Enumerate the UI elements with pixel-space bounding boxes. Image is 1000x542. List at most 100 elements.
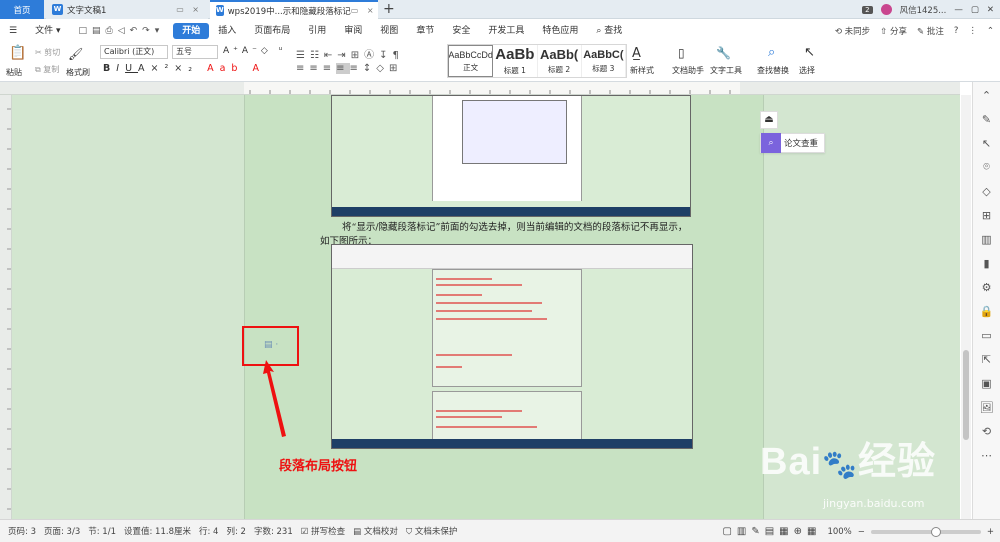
format-painter-icon[interactable]: 🖌 — [68, 47, 83, 61]
layout-icon[interactable]: ▭ — [978, 326, 996, 344]
hamburger-menu-icon[interactable]: ☰ — [0, 23, 26, 39]
status-word-count[interactable]: 字数: 231 — [254, 525, 293, 537]
zoom-out-icon[interactable]: − — [858, 527, 865, 537]
window-count-badge[interactable]: 2 — [862, 5, 873, 14]
menu-tab-references[interactable]: 引用 — [299, 23, 335, 39]
zoom-level[interactable]: 100% — [827, 527, 851, 537]
embedded-screenshot-1[interactable] — [331, 95, 691, 217]
style-normal[interactable]: AaBbCcDd 正文 — [448, 45, 494, 77]
paste-icon[interactable]: 📋 — [9, 45, 26, 61]
horizontal-ruler[interactable] — [0, 82, 960, 95]
view-mode-icons[interactable]: ▢▥✎▤▦⊕▦ — [722, 526, 821, 537]
file-menu[interactable]: 文件 ▾ — [26, 23, 69, 39]
lock-icon[interactable]: 🔒 — [978, 302, 996, 320]
protect-status[interactable]: ⛉ 文档未保护 — [406, 525, 458, 537]
vertical-ruler[interactable] — [0, 95, 12, 519]
history-icon[interactable]: ⟲ — [978, 422, 996, 440]
text-tools-button[interactable]: 文字工具 — [710, 65, 742, 76]
tab-controls-icon[interactable]: ▭ × — [176, 5, 202, 14]
table-icon[interactable]: ⊞ — [978, 206, 996, 224]
user-name[interactable]: 风信1425... — [900, 4, 947, 16]
status-col[interactable]: 列: 2 — [226, 525, 245, 537]
shapes-icon[interactable]: ◇ — [978, 182, 996, 200]
list-buttons[interactable]: ☰☷⇤⇥⊞Ⓐ↧¶ — [296, 46, 404, 61]
style-heading-1[interactable]: AaBb 标题 1 — [493, 45, 538, 77]
alignment-buttons[interactable]: ≡≡≡≡≡↕◇⊞ — [296, 63, 402, 74]
status-setting[interactable]: 设置值: 11.8厘米 — [124, 525, 191, 537]
tab-document-2[interactable]: W wps2019中...示和隐藏段落标记 ▭ × — [210, 0, 378, 19]
menu-tab-review[interactable]: 审阅 — [335, 23, 371, 39]
menu-tab-developer[interactable]: 开发工具 — [479, 23, 533, 39]
settings-sliders-icon[interactable]: ⚙ — [978, 278, 996, 296]
status-pages[interactable]: 页面: 3/3 — [44, 525, 80, 537]
zoom-in-icon[interactable]: + — [987, 527, 994, 537]
maximize-icon[interactable]: ▢ — [971, 5, 979, 15]
style-heading-2[interactable]: AaBb( 标题 2 — [538, 45, 582, 77]
font-name-select[interactable]: Calibri (正文) — [100, 45, 168, 59]
collapse-ribbon-icon[interactable]: ⌃ — [987, 26, 994, 36]
close-icon[interactable]: ✕ — [987, 5, 994, 15]
spell-check-button[interactable]: ☑ 拼写检查 — [301, 525, 345, 537]
chart-icon[interactable]: ▥ — [978, 230, 996, 248]
status-page-number[interactable]: 页码: 3 — [8, 525, 36, 537]
cut-button[interactable]: ✂ 剪切 — [35, 47, 60, 58]
menu-tab-view[interactable]: 视图 — [371, 23, 407, 39]
more-dots-icon[interactable]: ⋯ — [978, 446, 996, 464]
doc-assistant-button[interactable]: 文档助手 — [672, 65, 704, 76]
menu-tab-chapter[interactable]: 章节 — [407, 23, 443, 39]
scrollbar-thumb[interactable] — [963, 350, 969, 440]
new-style-button[interactable]: 新样式 — [630, 65, 654, 76]
proofread-button[interactable]: ▤ 文档校对 — [353, 525, 398, 537]
zoom-slider-knob[interactable] — [930, 526, 941, 537]
menu-tab-start[interactable]: 开始 — [173, 23, 210, 39]
edit-icon[interactable]: ✎ — [978, 110, 996, 128]
close-tab-icon[interactable]: ▭ × — [351, 6, 377, 15]
find-icon[interactable]: ⌕ — [768, 45, 775, 60]
location-icon[interactable]: ⌾ — [978, 158, 996, 176]
cursor-icon[interactable]: ↖ — [978, 134, 996, 152]
select-button[interactable]: 选择 — [799, 65, 815, 76]
tab-document-1[interactable]: W 文字文稿1 ▭ × — [46, 0, 208, 19]
comment-button[interactable]: ✎ 批注 — [917, 25, 944, 37]
eject-icon[interactable]: ⏏ — [760, 111, 778, 129]
bar-chart-icon[interactable]: ▮ — [978, 254, 996, 272]
select-icon[interactable]: ↖ — [804, 45, 815, 60]
copy-button[interactable]: ⧉ 复制 — [35, 64, 59, 75]
new-style-icon[interactable]: A̲ — [632, 46, 641, 61]
font-size-select[interactable]: 五号 — [172, 45, 218, 59]
sidebar-collapse-icon[interactable]: ⌃ — [978, 86, 996, 104]
menu-tab-features[interactable]: 特色应用 — [533, 23, 587, 39]
format-painter-button[interactable]: 格式刷 — [66, 67, 90, 78]
minimize-icon[interactable]: — — [954, 5, 963, 15]
share-button[interactable]: ⇧ 分享 — [880, 25, 907, 37]
sync-status[interactable]: ⟲ 未同步 — [835, 25, 870, 37]
tab-home[interactable]: 首页 — [0, 0, 44, 19]
zoom-slider[interactable] — [870, 526, 981, 537]
menu-tab-insert[interactable]: 插入 — [209, 23, 245, 39]
paste-button[interactable]: 粘贴 — [6, 67, 22, 78]
status-row[interactable]: 行: 4 — [199, 525, 218, 537]
embedded-screenshot-2[interactable] — [331, 244, 693, 449]
style-heading-3[interactable]: AaBbC( 标题 3 — [582, 45, 626, 77]
doc-assistant-icon[interactable]: ▯ — [678, 46, 685, 60]
share-out-icon[interactable]: ⇱ — [978, 350, 996, 368]
text-tools-icon[interactable]: 🔧 — [716, 46, 731, 60]
quick-access-icons[interactable]: □▤⎙◁↶↷▾ — [69, 23, 173, 39]
help-icon[interactable]: ? — [954, 26, 959, 36]
status-section[interactable]: 节: 1/1 — [88, 525, 116, 537]
font-size-adjust-icons[interactable]: A⁺A⁻◇ ᵘ — [223, 46, 286, 56]
font-style-buttons[interactable]: BIUA×²×₂ Aab A — [103, 63, 265, 74]
search-menu[interactable]: ⌕ 查找 — [587, 23, 631, 39]
new-tab-button[interactable]: + — [383, 1, 395, 17]
paragraph-line-1[interactable]: 将“显示/隐藏段落标记”前面的勾选去掉，则当前编辑的文档的段落标记不再显示， — [342, 219, 687, 233]
thesis-check-button[interactable]: ⌕ 论文查重 — [760, 133, 825, 153]
more-icon[interactable]: ⋮ — [968, 26, 977, 36]
window-icon[interactable]: ▣ — [978, 374, 996, 392]
paragraph-layout-icon[interactable]: ▤ · — [264, 340, 278, 350]
menu-tab-security[interactable]: 安全 — [443, 23, 479, 39]
find-replace-button[interactable]: 查找替换 — [757, 65, 789, 76]
image-icon[interactable]: 🖼 — [978, 398, 996, 416]
menu-tab-page-layout[interactable]: 页面布局 — [245, 23, 299, 39]
vertical-scrollbar[interactable] — [961, 95, 971, 519]
avatar[interactable] — [880, 4, 892, 15]
